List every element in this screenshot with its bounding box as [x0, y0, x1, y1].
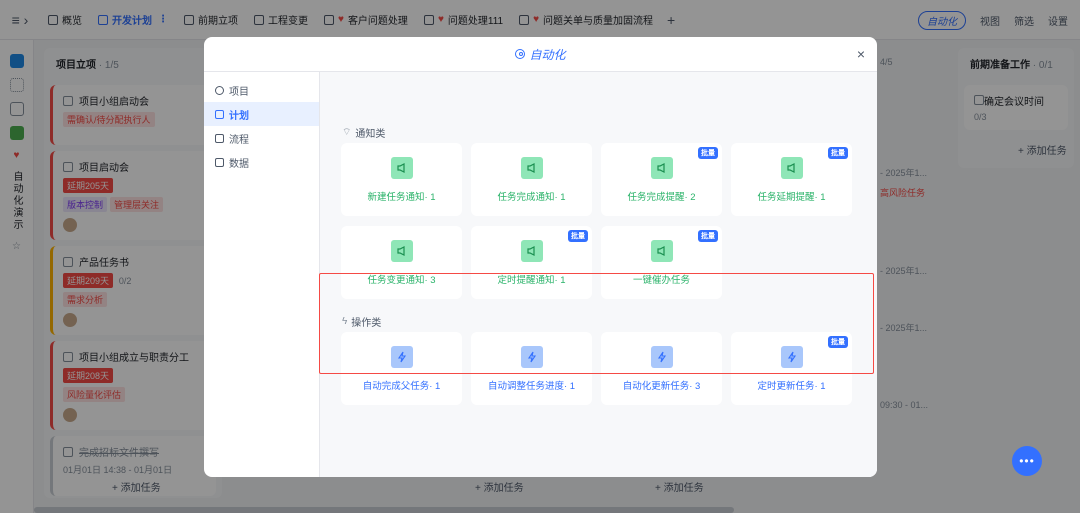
batch-badge: 批量 — [698, 147, 718, 159]
sidebar-item-process[interactable]: 流程 — [204, 126, 319, 150]
section-title: 通知类 — [355, 129, 386, 140]
megaphone-icon — [390, 156, 413, 179]
automation-tile-task-done-notify[interactable]: 任务完成通知· 1 — [471, 143, 592, 216]
sidebar-item-label: 计划 — [229, 110, 249, 122]
sidebar-item-plan[interactable]: 计划 — [204, 102, 319, 126]
more-fab-button[interactable]: ••• — [1012, 446, 1042, 476]
tile-label: 一键催办任务 — [632, 274, 690, 286]
sidebar-item-data[interactable]: 数据 — [204, 150, 319, 174]
tile-label: 自动化更新任务· 3 — [622, 380, 701, 392]
data-icon — [215, 157, 224, 167]
automation-tile-task-change-notify[interactable]: 任务变更通知· 3 — [341, 226, 462, 299]
megaphone-icon — [650, 156, 673, 179]
lightning-icon — [650, 345, 673, 368]
sidebar-item-project[interactable]: 项目 — [204, 78, 319, 102]
megaphone-icon — [650, 239, 673, 262]
automation-icon — [515, 49, 526, 59]
tile-label: 任务变更通知· 3 — [367, 274, 436, 286]
tile-label: 任务完成提醒· 2 — [627, 191, 696, 203]
notify-section-label: ⌔ 通知类 — [342, 125, 385, 140]
batch-badge: 批量 — [568, 230, 588, 242]
tile-label: 定时更新任务· 1 — [757, 380, 826, 392]
process-icon — [215, 133, 224, 143]
lightning-icon: ϟ — [342, 316, 348, 327]
automation-tile-task-done-reminder[interactable]: 批量 任务完成提醒· 2 — [601, 143, 722, 216]
lightning-icon — [780, 345, 803, 368]
section-title: 操作类 — [351, 318, 382, 329]
batch-badge: 批量 — [828, 147, 848, 159]
automation-tile-auto-adjust-progress[interactable]: 自动调整任务进度· 1 — [471, 332, 592, 405]
project-icon — [215, 85, 224, 95]
tile-label: 新建任务通知· 1 — [367, 191, 436, 203]
automation-tile-auto-complete-parent[interactable]: 自动完成父任务· 1 — [341, 332, 462, 405]
lightning-icon — [520, 345, 543, 368]
megaphone-icon: ⌔ — [342, 127, 352, 138]
lightning-icon — [390, 345, 413, 368]
dialog-title-text: 自动化 — [529, 47, 566, 62]
plan-icon — [215, 109, 224, 119]
automation-tile-scheduled-update[interactable]: 批量 定时更新任务· 1 — [731, 332, 852, 405]
megaphone-icon — [390, 239, 413, 262]
dialog-sidebar: 项目 计划 流程 数据 — [204, 72, 320, 477]
automation-dialog: 自动化 × 项目 计划 流程 数据 ⌔ 通知类 新建任务通知· 1 任务完成通知… — [204, 37, 877, 477]
batch-badge: 批量 — [828, 336, 848, 348]
dialog-body: ⌔ 通知类 新建任务通知· 1 任务完成通知· 1 批量 任务完成提醒· 2 批… — [320, 72, 877, 477]
sidebar-item-label: 流程 — [229, 134, 249, 146]
automation-tile-task-delay-reminder[interactable]: 批量 任务延期提醒· 1 — [731, 143, 852, 216]
tile-label: 定时提醒通知· 1 — [497, 274, 566, 286]
dialog-title: 自动化 — [515, 46, 566, 63]
sidebar-item-label: 数据 — [229, 158, 249, 170]
close-icon[interactable]: × — [857, 46, 865, 62]
tile-label: 自动调整任务进度· 1 — [487, 380, 576, 392]
sidebar-item-label: 项目 — [229, 86, 249, 98]
tile-label: 自动完成父任务· 1 — [362, 380, 441, 392]
action-section-label: ϟ 操作类 — [342, 314, 381, 329]
automation-tile-auto-update-task[interactable]: 自动化更新任务· 3 — [601, 332, 722, 405]
dialog-header: 自动化 × — [204, 37, 877, 72]
tile-label: 任务完成通知· 1 — [497, 191, 566, 203]
megaphone-icon — [780, 156, 803, 179]
automation-tile-one-click-urge[interactable]: 批量 一键催办任务 — [601, 226, 722, 299]
megaphone-icon — [520, 156, 543, 179]
automation-tile-new-task-notify[interactable]: 新建任务通知· 1 — [341, 143, 462, 216]
automation-tile-scheduled-reminder[interactable]: 批量 定时提醒通知· 1 — [471, 226, 592, 299]
megaphone-icon — [520, 239, 543, 262]
tile-label: 任务延期提醒· 1 — [757, 191, 826, 203]
batch-badge: 批量 — [698, 230, 718, 242]
